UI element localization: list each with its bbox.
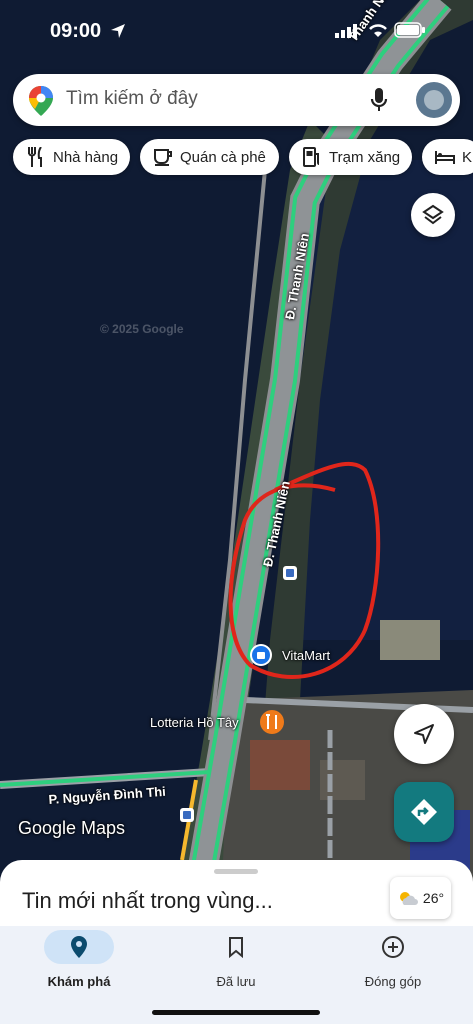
directions-icon	[411, 799, 437, 825]
my-location-button[interactable]	[394, 704, 454, 764]
gas-pump-icon	[301, 146, 323, 168]
poi-vitamart-label[interactable]: VitaMart	[282, 648, 330, 663]
poi-lotteria-label[interactable]: Lotteria Hồ Tây	[150, 715, 239, 730]
tab-contribute[interactable]: Đóng góp	[333, 930, 453, 989]
weather-temp: 26°	[422, 890, 445, 906]
battery-icon	[394, 22, 425, 38]
chip-cafes[interactable]: Quán cà phê	[140, 139, 279, 175]
tab-explore-label: Khám phá	[47, 974, 111, 989]
wifi-icon	[369, 24, 387, 37]
navigation-arrow-icon	[414, 724, 434, 744]
sheet-drag-handle[interactable]	[214, 869, 258, 874]
chip-label: Nhà hàng	[53, 148, 119, 166]
bed-icon	[434, 146, 456, 168]
tab-saved-pill	[201, 930, 271, 964]
chip-label: Kh	[462, 148, 473, 166]
directions-button[interactable]	[394, 782, 454, 842]
explore-pin-icon	[71, 936, 87, 958]
layers-button[interactable]	[411, 193, 455, 237]
restaurant-pin-icon	[260, 710, 284, 734]
chip-label: Quán cà phê	[180, 148, 266, 166]
tab-saved-label: Đã lưu	[216, 974, 256, 989]
tab-contribute-label: Đóng góp	[364, 974, 422, 989]
add-circle-icon	[382, 936, 404, 958]
partly-cloudy-icon	[399, 892, 418, 905]
status-time: 09:00	[50, 20, 102, 42]
microphone-icon[interactable]	[370, 87, 388, 113]
weather-badge[interactable]: 26°	[390, 877, 451, 919]
location-arrow-icon	[111, 24, 125, 38]
chip-gas-stations[interactable]: Trạm xăng	[289, 139, 412, 175]
fork-knife-icon	[25, 146, 47, 168]
avatar[interactable]	[416, 82, 452, 118]
watermark-text: © 2025 Google	[100, 322, 184, 336]
tab-contribute-pill	[358, 930, 428, 964]
sheet-title: Tin mới nhất trong vùng...	[22, 888, 273, 913]
status-bar: 09:00	[0, 0, 473, 60]
search-input[interactable]: Tìm kiếm ở đây	[66, 88, 198, 110]
coffee-cup-icon	[152, 146, 174, 168]
google-maps-logo: Google Maps	[18, 818, 126, 838]
tab-explore-pill	[44, 930, 114, 964]
layers-icon	[422, 204, 444, 225]
chip-hotels[interactable]: Kh	[422, 139, 473, 175]
chip-label: Trạm xăng	[329, 148, 401, 166]
search-bar[interactable]: Tìm kiếm ở đây	[13, 74, 460, 126]
tab-saved[interactable]: Đã lưu	[176, 930, 296, 989]
bookmark-icon	[229, 937, 243, 958]
home-indicator	[152, 1010, 320, 1015]
signal-icon	[335, 24, 357, 38]
tab-explore[interactable]: Khám phá	[19, 930, 139, 989]
chip-restaurants[interactable]: Nhà hàng	[13, 139, 130, 175]
google-maps-pin-icon	[29, 86, 53, 116]
